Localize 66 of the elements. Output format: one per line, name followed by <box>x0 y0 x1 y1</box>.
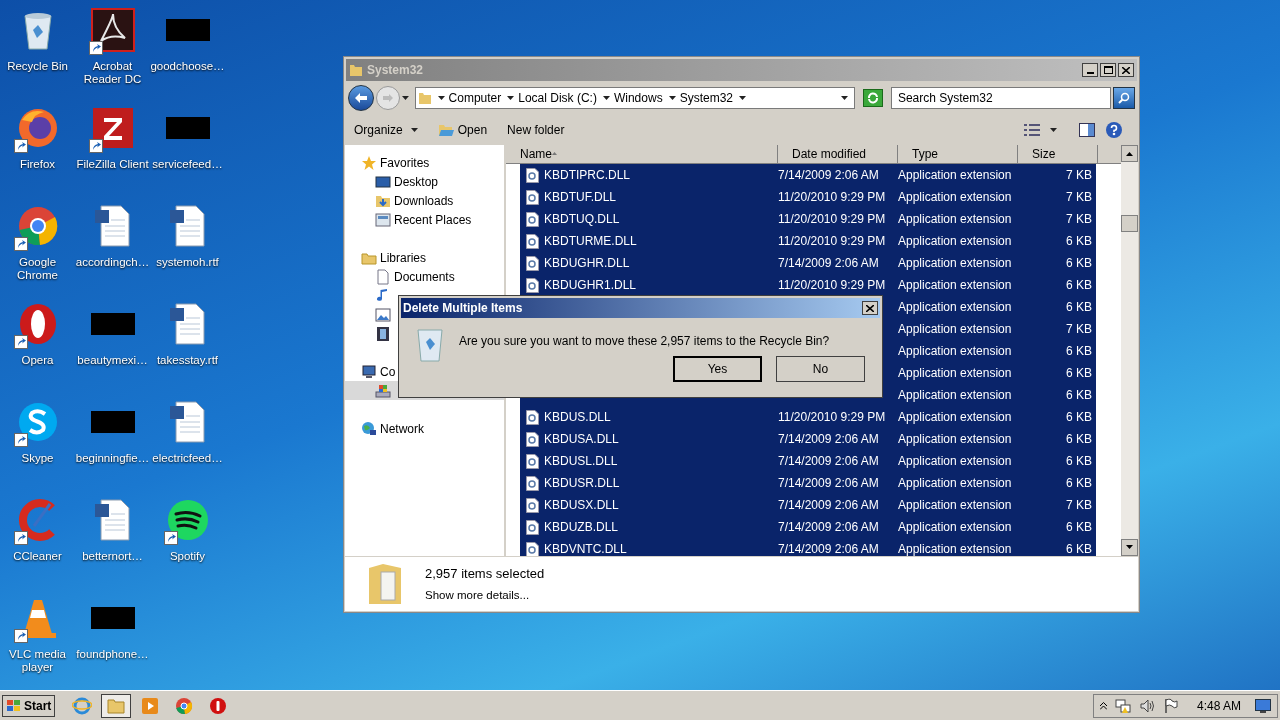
file-type: Application extension <box>898 498 1012 512</box>
file-type: Application extension <box>898 454 1012 468</box>
file-size: 6 KB <box>1066 542 1092 556</box>
date-modified: 7/14/2009 2:06 AM <box>778 256 879 270</box>
file-name: KBDTURME.DLL <box>544 233 637 250</box>
file-name: KBDTIPRC.DLL <box>544 167 631 184</box>
file-size: 6 KB <box>1066 410 1092 424</box>
file-name: KBDTUQ.DLL <box>544 211 620 228</box>
file-size: 6 KB <box>1066 278 1092 292</box>
file-name: KBDUGHR1.DLL <box>544 277 637 294</box>
file-name: KBDUSR.DLL <box>544 475 620 492</box>
file-name: KBDUSA.DLL <box>544 431 619 448</box>
file-type: Application extension <box>898 256 1012 270</box>
file-name: KBDUS.DLL <box>544 409 611 426</box>
file-size: 6 KB <box>1066 454 1092 468</box>
file-size: 6 KB <box>1066 300 1092 314</box>
window-title: System32 <box>367 62 424 79</box>
file-type: Application extension <box>898 322 1012 336</box>
file-size: 6 KB <box>1066 476 1092 490</box>
date-modified: 7/14/2009 2:06 AM <box>778 454 879 468</box>
file-name: KBDUGHR.DLL <box>544 255 630 272</box>
file-size: 6 KB <box>1066 234 1092 248</box>
file-size: 6 KB <box>1066 344 1092 358</box>
file-size: 6 KB <box>1066 256 1092 270</box>
date-modified: 11/20/2010 9:29 PM <box>778 410 886 424</box>
file-name: KBDUSX.DLL <box>544 497 619 514</box>
file-type: Application extension <box>898 410 1012 424</box>
file-size: 6 KB <box>1066 388 1092 402</box>
file-size: 6 KB <box>1066 366 1092 380</box>
file-type: Application extension <box>898 300 1012 314</box>
file-type: Application extension <box>898 520 1012 534</box>
dialog-message: Are you sure you want to move these 2,957 items to the Recycle Bin? <box>459 333 830 350</box>
selection-summary: 2,957 items selected <box>425 565 545 584</box>
date-modified: 11/20/2010 9:29 PM <box>778 234 886 248</box>
file-type: Application extension <box>898 476 1012 490</box>
file-type: Application extension <box>898 542 1012 556</box>
dialog-title: Delete Multiple Items <box>403 300 523 317</box>
file-type: Application extension <box>898 234 1012 248</box>
date-modified: 7/14/2009 2:06 AM <box>778 498 879 512</box>
file-size: 6 KB <box>1066 432 1092 446</box>
date-modified: 11/20/2010 9:29 PM <box>778 190 886 204</box>
date-modified: 11/20/2010 9:29 PM <box>778 278 886 292</box>
date-modified: 7/14/2009 2:06 AM <box>778 520 879 534</box>
date-modified: 7/14/2009 2:06 AM <box>778 168 879 182</box>
file-type: Application extension <box>898 212 1012 226</box>
file-name: KBDUZB.DLL <box>544 519 619 536</box>
file-type: Application extension <box>898 366 1012 380</box>
file-size: 7 KB <box>1066 190 1092 204</box>
file-name: KBDTUF.DLL <box>544 189 617 206</box>
file-size: 6 KB <box>1066 520 1092 534</box>
date-modified: 7/14/2009 2:06 AM <box>778 542 879 556</box>
date-modified: 11/20/2010 9:29 PM <box>778 212 886 226</box>
file-type: Application extension <box>898 432 1012 446</box>
date-modified: 7/14/2009 2:06 AM <box>778 476 879 490</box>
file-type: Application extension <box>898 278 1012 292</box>
file-size: 7 KB <box>1066 168 1092 182</box>
file-type: Application extension <box>898 168 1012 182</box>
file-size: 7 KB <box>1066 322 1092 336</box>
file-name: KBDUSL.DLL <box>544 453 618 470</box>
date-modified: 7/14/2009 2:06 AM <box>778 432 879 446</box>
file-size: 7 KB <box>1066 498 1092 512</box>
file-size: 7 KB <box>1066 212 1092 226</box>
file-type: Application extension <box>898 190 1012 204</box>
file-name: KBDVNTC.DLL <box>544 541 627 556</box>
file-type: Application extension <box>898 344 1012 358</box>
file-type: Application extension <box>898 388 1012 402</box>
